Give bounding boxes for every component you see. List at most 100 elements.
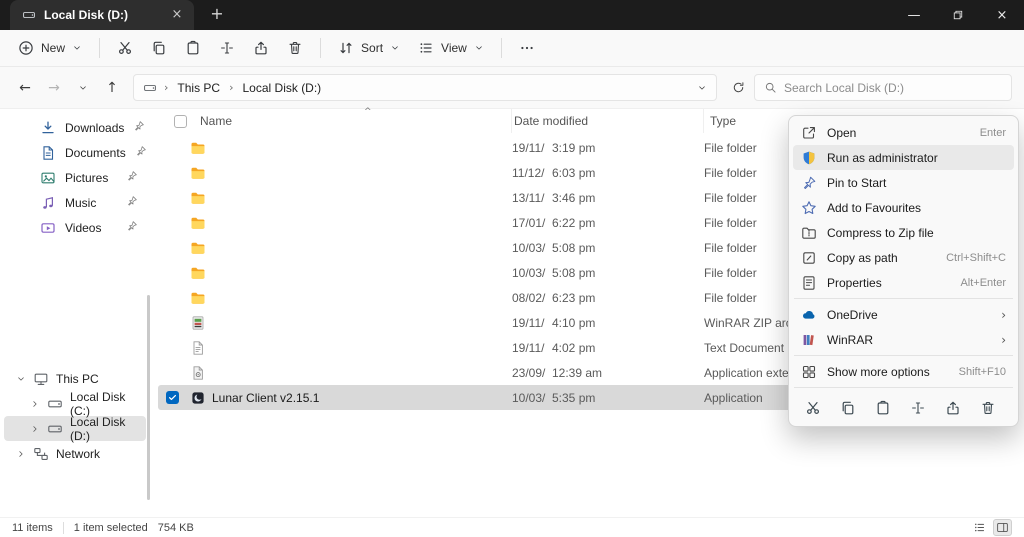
copy-path-icon <box>801 250 817 266</box>
context-menu-item-run-as-administrator[interactable]: Run as administrator <box>793 145 1014 170</box>
delete-action-button[interactable] <box>976 396 999 419</box>
sidebar-label: Local Disk (D:) <box>70 415 140 443</box>
pin-icon <box>126 170 138 185</box>
select-all-checkbox[interactable] <box>174 115 187 128</box>
sidebar-label: Pictures <box>65 171 108 185</box>
share-action-button[interactable] <box>941 396 964 419</box>
refresh-button[interactable] <box>725 75 751 101</box>
sort-button[interactable]: Sort <box>330 34 408 62</box>
file-date: 11/12/ <box>512 166 552 180</box>
text-file-icon <box>190 340 206 356</box>
file-time: 5:08 pm <box>552 241 704 255</box>
new-label: New <box>41 41 65 55</box>
context-menu-item-open[interactable]: Open Enter <box>793 120 1014 145</box>
paste-action-button[interactable] <box>871 396 894 419</box>
share-button[interactable] <box>245 34 277 62</box>
minimize-button[interactable]: — <box>892 0 936 30</box>
properties-icon <box>801 275 817 291</box>
sidebar-item-local-disk-c[interactable]: Local Disk (C:) <box>4 391 146 416</box>
breadcrumb-local-disk-d[interactable]: Local Disk (D:) <box>241 80 324 96</box>
downloads-icon <box>40 120 56 136</box>
sidebar-item-this-pc[interactable]: This PC <box>4 366 146 391</box>
address-dropdown-icon[interactable] <box>697 83 707 93</box>
context-menu-item-properties[interactable]: Properties Alt+Enter <box>793 270 1014 295</box>
sidebar-label: Downloads <box>65 121 124 135</box>
context-menu-item-show-more-options[interactable]: Show more options Shift+F10 <box>793 359 1014 384</box>
menu-separator <box>794 387 1013 388</box>
delete-button[interactable] <box>279 34 311 62</box>
pin-icon <box>126 195 138 210</box>
status-bar: 11 items 1 item selected 754 KB <box>0 517 1024 537</box>
chevron-right-icon[interactable] <box>30 399 40 409</box>
folder-icon <box>190 265 206 281</box>
explorer-tab[interactable]: Local Disk (D:) × <box>10 0 194 30</box>
sidebar-item-documents[interactable]: Documents <box>4 140 146 165</box>
cut-button[interactable] <box>109 34 141 62</box>
context-menu-item-onedrive[interactable]: OneDrive › <box>793 302 1014 327</box>
search-box[interactable] <box>754 74 1012 101</box>
copy-button[interactable] <box>143 34 175 62</box>
sidebar-item-local-disk-d[interactable]: Local Disk (D:) <box>4 416 146 441</box>
column-label: Type <box>710 114 736 128</box>
chevron-right-icon[interactable] <box>16 449 26 459</box>
ellipsis-icon <box>519 40 535 56</box>
sort-icon <box>338 40 354 56</box>
search-icon <box>764 81 777 94</box>
file-time: 4:02 pm <box>552 341 704 355</box>
context-menu-item-copy-as-path[interactable]: Copy as path Ctrl+Shift+C <box>793 245 1014 270</box>
pane-view-toggle[interactable] <box>993 519 1012 536</box>
cut-action-button[interactable] <box>801 396 824 419</box>
row-checkbox[interactable] <box>166 391 179 404</box>
chevron-down-icon[interactable] <box>16 374 26 384</box>
folder-icon <box>190 290 206 306</box>
details-view-toggle[interactable] <box>970 519 989 536</box>
sidebar-item-pictures[interactable]: Pictures <box>4 165 146 190</box>
file-date: 13/11/ <box>512 191 552 205</box>
forward-button[interactable]: → <box>41 75 67 101</box>
context-menu-item-add-to-favourites[interactable]: Add to Favourites <box>793 195 1014 220</box>
folder-icon <box>190 140 206 156</box>
sidebar-item-videos[interactable]: Videos <box>4 215 146 240</box>
refresh-icon <box>732 81 745 94</box>
column-header-name[interactable]: ^ Name <box>198 109 512 133</box>
file-date: 10/03/ <box>512 391 552 405</box>
chevron-down-icon <box>72 43 82 53</box>
selection-size: 754 KB <box>158 522 194 534</box>
drive-icon <box>47 396 63 412</box>
menu-label: Copy as path <box>827 251 898 265</box>
file-time: 4:10 pm <box>552 316 704 330</box>
chevron-right-icon[interactable] <box>30 424 40 434</box>
copy-action-button[interactable] <box>836 396 859 419</box>
close-button[interactable]: × <box>980 0 1024 30</box>
context-menu-item-pin-to-start[interactable]: Pin to Start <box>793 170 1014 195</box>
context-menu-item-winrar[interactable]: WinRAR › <box>793 327 1014 352</box>
context-menu-item-compress-to-zip[interactable]: Compress to Zip file <box>793 220 1014 245</box>
sidebar-item-downloads[interactable]: Downloads <box>4 115 146 140</box>
back-button[interactable]: ← <box>12 75 38 101</box>
menu-label: Run as administrator <box>827 151 938 165</box>
sidebar-label: Videos <box>65 221 101 235</box>
column-header-date-modified[interactable]: Date modified <box>512 109 704 133</box>
address-breadcrumb[interactable]: › This PC › Local Disk (D:) <box>133 74 717 101</box>
more-toolbar-button[interactable] <box>511 34 543 62</box>
rename-action-button[interactable] <box>906 396 929 419</box>
new-button[interactable]: New <box>10 34 90 62</box>
sidebar-item-music[interactable]: Music <box>4 190 146 215</box>
view-button[interactable]: View <box>410 34 492 62</box>
sidebar-item-network[interactable]: Network <box>4 441 146 466</box>
context-menu-quick-actions <box>793 391 1014 422</box>
file-time: 5:08 pm <box>552 266 704 280</box>
search-input[interactable] <box>784 81 1002 95</box>
recent-locations-button[interactable] <box>70 75 96 101</box>
breadcrumb-this-pc[interactable]: This PC <box>175 80 222 96</box>
new-tab-button[interactable]: + <box>206 4 228 26</box>
pc-icon <box>33 371 49 387</box>
rename-button[interactable] <box>211 34 243 62</box>
up-button[interactable]: ↑ <box>99 75 125 101</box>
paste-button[interactable] <box>177 34 209 62</box>
restore-button[interactable] <box>936 0 980 30</box>
file-time: 5:35 pm <box>552 391 704 405</box>
tab-close-icon[interactable]: × <box>168 6 186 24</box>
zip-file-icon <box>190 315 206 331</box>
title-bar: Local Disk (D:) × + — × <box>0 0 1024 30</box>
